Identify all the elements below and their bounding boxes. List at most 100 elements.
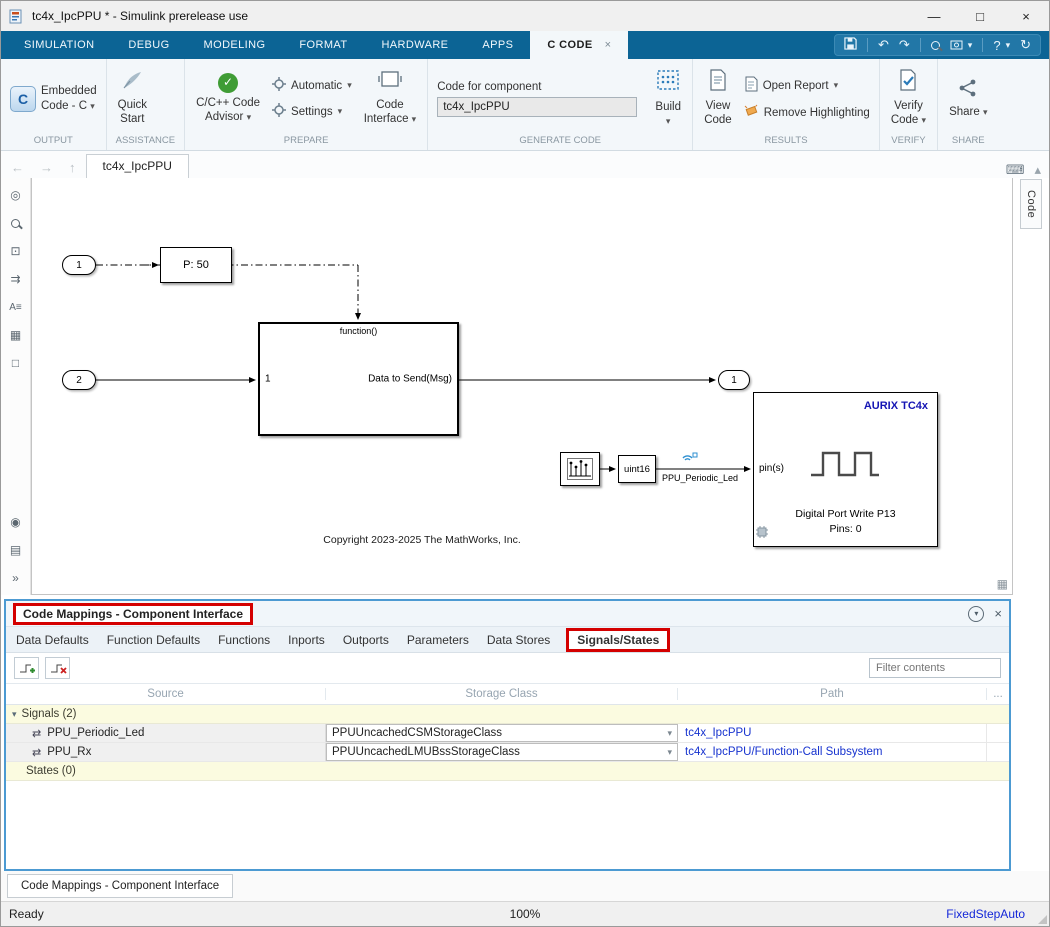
- image-icon[interactable]: ▦: [6, 326, 26, 344]
- redo-icon[interactable]: ↷: [899, 37, 910, 53]
- column-path[interactable]: Path: [678, 688, 987, 700]
- code-side-tab[interactable]: Code: [1020, 179, 1042, 229]
- parameter-block-p50[interactable]: P: 50: [160, 247, 232, 283]
- tab-modeling[interactable]: MODELING: [187, 31, 283, 59]
- help-icon[interactable]: ?: [993, 38, 1000, 53]
- embedded-code-button[interactable]: C Embedded Code - C ▾: [10, 84, 97, 114]
- inport-block-2[interactable]: 2: [62, 370, 96, 390]
- column-more[interactable]: ...: [987, 688, 1009, 700]
- maximize-button[interactable]: □: [957, 1, 1003, 31]
- tab-outports[interactable]: Outports: [341, 629, 391, 651]
- settings-dropdown[interactable]: Settings ▾: [272, 103, 352, 120]
- signals-group-row[interactable]: ▾ Signals (2): [6, 705, 1009, 724]
- browse-icon[interactable]: ◎: [6, 186, 26, 204]
- add-mapping-button[interactable]: [14, 657, 39, 679]
- tab-signals-states[interactable]: Signals/States: [566, 628, 670, 652]
- copyright-annotation[interactable]: Copyright 2023-2025 The MathWorks, Inc.: [287, 534, 557, 546]
- storage-class-select[interactable]: PPUUncachedLMUBssStorageClass ▾: [326, 743, 678, 761]
- minimize-button[interactable]: —: [911, 1, 957, 31]
- solver-name[interactable]: FixedStepAuto: [946, 907, 1041, 921]
- code-mappings-panel-row: Code Mappings - Component Interface ▾ × …: [1, 595, 1049, 871]
- open-report-dropdown[interactable]: Open Report ▾: [744, 76, 838, 95]
- tab-c-code[interactable]: C CODE ×: [530, 31, 628, 59]
- forward-icon[interactable]: →: [34, 157, 59, 178]
- share-icon: [958, 78, 978, 102]
- fit-to-view-icon[interactable]: ⊡: [6, 242, 26, 260]
- filter-contents-input[interactable]: [869, 658, 1001, 678]
- section-label-prepare: PREPARE: [194, 133, 418, 150]
- tab-data-stores[interactable]: Data Stores: [485, 629, 552, 651]
- storage-class-select[interactable]: PPUUncachedCSMStorageClass ▾: [326, 724, 678, 742]
- canvas-overview-icon[interactable]: ▦: [997, 577, 1006, 591]
- tab-hardware[interactable]: HARDWARE: [364, 31, 465, 59]
- zoom-tools-icon[interactable]: [950, 38, 963, 53]
- minimize-panel-icon[interactable]: ▾: [968, 606, 984, 622]
- tab-close-icon[interactable]: ×: [605, 39, 612, 51]
- tab-debug[interactable]: DEBUG: [111, 31, 186, 59]
- digital-port-write-block[interactable]: AURIX TC4x pin(s) Digital Port Write P13…: [753, 392, 938, 547]
- close-panel-icon[interactable]: ×: [994, 606, 1002, 621]
- path-link[interactable]: tc4x_IpcPPU: [685, 727, 751, 739]
- function-call-subsystem-block[interactable]: function() 1 Data to Send(Msg): [258, 322, 459, 436]
- block-pins-value: Pins: 0: [754, 523, 937, 535]
- keyboard-shortcuts-icon[interactable]: ⌨: [1006, 162, 1025, 178]
- search-icon[interactable]: [931, 41, 940, 50]
- tab-parameters[interactable]: Parameters: [405, 629, 471, 651]
- source-name[interactable]: PPU_Periodic_Led: [47, 727, 144, 739]
- tab-function-defaults[interactable]: Function Defaults: [105, 629, 202, 651]
- states-group-row[interactable]: States (0): [6, 762, 1009, 781]
- collapse-group-icon[interactable]: ▾: [12, 709, 17, 720]
- collapse-toolstrip-icon[interactable]: ▴: [1034, 162, 1041, 178]
- tab-format[interactable]: FORMAT: [282, 31, 364, 59]
- automatic-dropdown[interactable]: Automatic ▾: [272, 77, 352, 94]
- panel-title: Code Mappings - Component Interface: [13, 603, 253, 625]
- chevron-down-icon[interactable]: ▾: [1006, 40, 1011, 51]
- signal-streaming-icon[interactable]: [680, 449, 698, 468]
- build-button[interactable]: Build▾: [653, 68, 683, 128]
- source-name[interactable]: PPU_Rx: [47, 746, 91, 758]
- remove-mapping-button[interactable]: [45, 657, 70, 679]
- back-icon[interactable]: ←: [5, 157, 30, 178]
- route-signals-icon[interactable]: ⇉: [6, 270, 26, 288]
- viewmarks-icon[interactable]: ◉: [6, 513, 26, 531]
- resize-grip[interactable]: [1038, 915, 1047, 924]
- close-button[interactable]: ×: [1003, 1, 1049, 31]
- quick-start-button[interactable]: QuickStart: [116, 70, 149, 126]
- column-source[interactable]: Source: [6, 688, 326, 700]
- tab-simulation[interactable]: SIMULATION: [7, 31, 111, 59]
- outport-block-1[interactable]: 1: [718, 370, 750, 390]
- code-interface-button[interactable]: CodeInterface ▾: [362, 70, 418, 126]
- sync-icon[interactable]: ↻: [1020, 37, 1031, 53]
- share-button[interactable]: Share ▾: [947, 78, 989, 120]
- schedule-editor-icon[interactable]: ▤: [6, 541, 26, 559]
- column-storage-class[interactable]: Storage Class: [326, 688, 678, 700]
- section-generate-code: Code for component Build▾ GENERATE CODE: [428, 59, 693, 150]
- more-tools-icon[interactable]: »: [6, 569, 26, 587]
- model-canvas[interactable]: 1 P: 50 function() 1 Data to Send(Msg) 2…: [31, 178, 1013, 595]
- breadcrumb[interactable]: tc4x_IpcPPU: [86, 154, 189, 178]
- up-to-parent-icon[interactable]: ↑: [63, 157, 82, 178]
- save-icon[interactable]: [844, 37, 857, 53]
- section-verify: VerifyCode ▾ VERIFY: [880, 59, 938, 150]
- tab-apps[interactable]: APPS: [465, 31, 530, 59]
- undo-icon[interactable]: ↶: [878, 37, 889, 53]
- inport-block-1[interactable]: 1: [62, 255, 96, 275]
- chevron-down-icon: ▾: [347, 80, 352, 91]
- code-advisor-button[interactable]: ✓ C/C++ CodeAdvisor ▾: [194, 73, 262, 125]
- tab-functions[interactable]: Functions: [216, 629, 272, 651]
- code-mappings-bottom-tab[interactable]: Code Mappings - Component Interface: [7, 874, 233, 898]
- verify-code-button[interactable]: VerifyCode ▾: [889, 69, 928, 127]
- annotation-icon[interactable]: A≡: [6, 298, 26, 316]
- path-link[interactable]: tc4x_IpcPPU/Function-Call Subsystem: [685, 746, 883, 758]
- signal-name-label[interactable]: PPU_Periodic_Led: [662, 473, 738, 483]
- area-icon[interactable]: □: [6, 354, 26, 372]
- signal-source-block[interactable]: [560, 452, 600, 486]
- view-code-button[interactable]: ViewCode: [702, 69, 734, 127]
- chevron-down-icon[interactable]: ▾: [968, 40, 973, 51]
- component-name-field[interactable]: [437, 97, 637, 117]
- tab-inports[interactable]: Inports: [286, 629, 327, 651]
- tab-data-defaults[interactable]: Data Defaults: [14, 629, 91, 651]
- zoom-icon[interactable]: [6, 214, 26, 232]
- remove-highlighting-button[interactable]: Remove Highlighting: [744, 104, 870, 121]
- data-type-conversion-block[interactable]: uint16: [618, 455, 656, 483]
